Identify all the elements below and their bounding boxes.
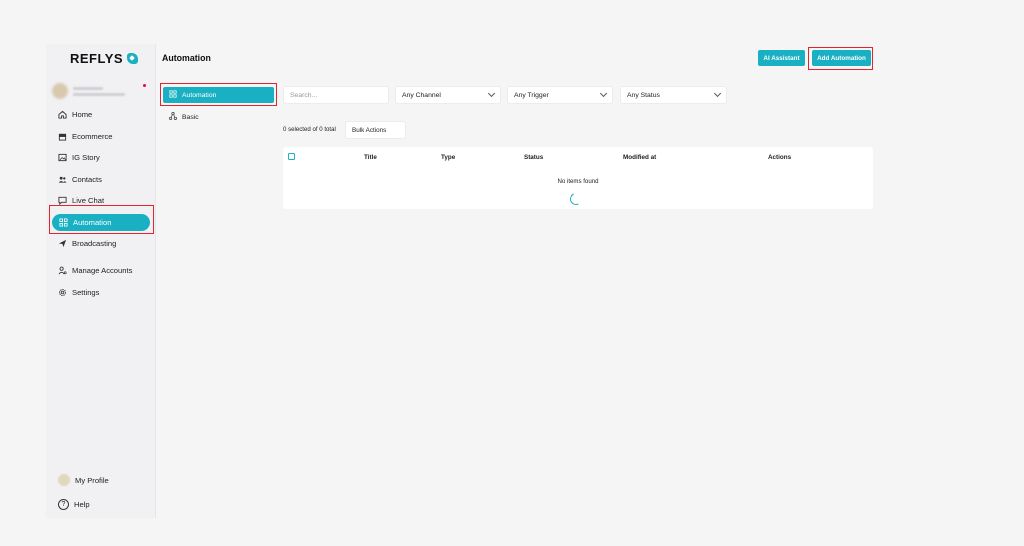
sidebar-item-label: Manage Accounts — [72, 266, 133, 276]
sidebar-item-contacts[interactable]: Contacts — [51, 169, 151, 191]
grid-icon — [169, 90, 177, 100]
nodes-icon — [169, 112, 177, 122]
channel-select-value: Any Channel — [402, 91, 441, 99]
help-icon: ? — [58, 498, 69, 510]
column-header-actions: Actions — [768, 154, 792, 161]
loading-spinner-icon — [568, 191, 584, 207]
sidebar-item-label: Ecommerce — [72, 131, 113, 141]
column-header-status[interactable]: Status — [524, 154, 543, 161]
automation-table: Title Type Status Modified at Actions No… — [283, 147, 873, 209]
sidebar-item-broadcasting[interactable]: Broadcasting — [51, 233, 151, 255]
status-select[interactable]: Any Status — [620, 86, 727, 104]
store-icon — [58, 132, 67, 141]
sidebar-item-ecommerce[interactable]: Ecommerce — [51, 126, 151, 148]
chevron-down-icon — [487, 89, 496, 98]
subnav-item-label: Basic — [182, 113, 199, 121]
brand-name: REFLYS — [70, 51, 124, 66]
column-header-modified-at[interactable]: Modified at — [623, 154, 656, 161]
column-header-title[interactable]: Title — [364, 154, 377, 161]
selection-count: 0 selected of 0 total — [283, 126, 336, 133]
sidebar-item-label: Home — [72, 110, 93, 120]
page-title: Automation — [162, 53, 211, 63]
sidebar-item-ig-story[interactable]: IG Story — [51, 147, 151, 169]
image-icon — [58, 153, 67, 162]
grid-icon — [59, 217, 68, 227]
trigger-select[interactable]: Any Trigger — [507, 86, 613, 104]
sidebar-item-live-chat[interactable]: Live Chat — [51, 190, 151, 212]
home-icon — [58, 110, 67, 119]
sidebar-item-home[interactable]: Home — [51, 104, 151, 126]
sidebar-item-label: Automation — [73, 217, 112, 227]
select-all-checkbox[interactable] — [288, 153, 295, 160]
sidebar-item-label: Settings — [72, 287, 100, 297]
notification-dot — [143, 84, 146, 87]
sidebar-item-automation[interactable]: Automation — [52, 213, 150, 231]
sidebar-item-label: Live Chat — [72, 196, 105, 206]
column-header-type[interactable]: Type — [441, 154, 455, 161]
sidebar-bottom: My Profile ? Help — [51, 468, 151, 516]
logo-mark-icon — [127, 53, 139, 64]
status-select-value: Any Status — [627, 91, 660, 99]
sidebar-item-label: IG Story — [72, 153, 100, 163]
account-switcher[interactable] — [52, 80, 150, 102]
subnav-item-basic[interactable]: Basic — [163, 109, 274, 125]
trigger-select-value: Any Trigger — [514, 91, 549, 99]
empty-state-text: No items found — [557, 178, 599, 185]
sidebar: REFLYS Home Ecommerce IG Story Contacts … — [46, 44, 156, 518]
sidebar-item-manage-accounts[interactable]: Manage Accounts — [51, 260, 151, 282]
sidebar-item-label: Broadcasting — [72, 238, 117, 248]
search-field[interactable] — [283, 86, 389, 104]
brand-logo[interactable]: REFLYS — [70, 51, 139, 66]
subnav-item-automation[interactable]: Automation — [163, 87, 274, 103]
chevron-down-icon — [599, 89, 608, 98]
sidebar-nav: Home Ecommerce IG Story Contacts Live Ch… — [51, 104, 151, 303]
send-icon — [58, 239, 67, 248]
avatar — [58, 474, 70, 486]
sidebar-item-label: My Profile — [75, 475, 109, 485]
sidebar-item-help[interactable]: ? Help — [51, 492, 151, 516]
account-name-blurred — [73, 86, 125, 96]
sidebar-item-label: Contacts — [72, 174, 102, 184]
users-icon — [58, 175, 67, 184]
add-automation-button[interactable]: Add Automation — [812, 50, 871, 66]
user-settings-icon — [58, 266, 67, 275]
chat-icon — [58, 196, 67, 206]
search-input[interactable] — [290, 91, 382, 99]
bulk-actions-button[interactable]: Bulk Actions — [345, 121, 406, 139]
sidebar-item-settings[interactable]: Settings — [51, 282, 151, 304]
channel-select[interactable]: Any Channel — [395, 86, 501, 104]
account-avatar — [52, 83, 68, 99]
sidebar-item-label: Help — [74, 499, 90, 509]
sidebar-item-my-profile[interactable]: My Profile — [51, 468, 151, 492]
subnav-item-label: Automation — [182, 91, 217, 99]
gear-icon — [58, 288, 67, 297]
ai-assistant-button[interactable]: AI Assistant — [758, 50, 805, 66]
chevron-down-icon — [713, 89, 722, 98]
